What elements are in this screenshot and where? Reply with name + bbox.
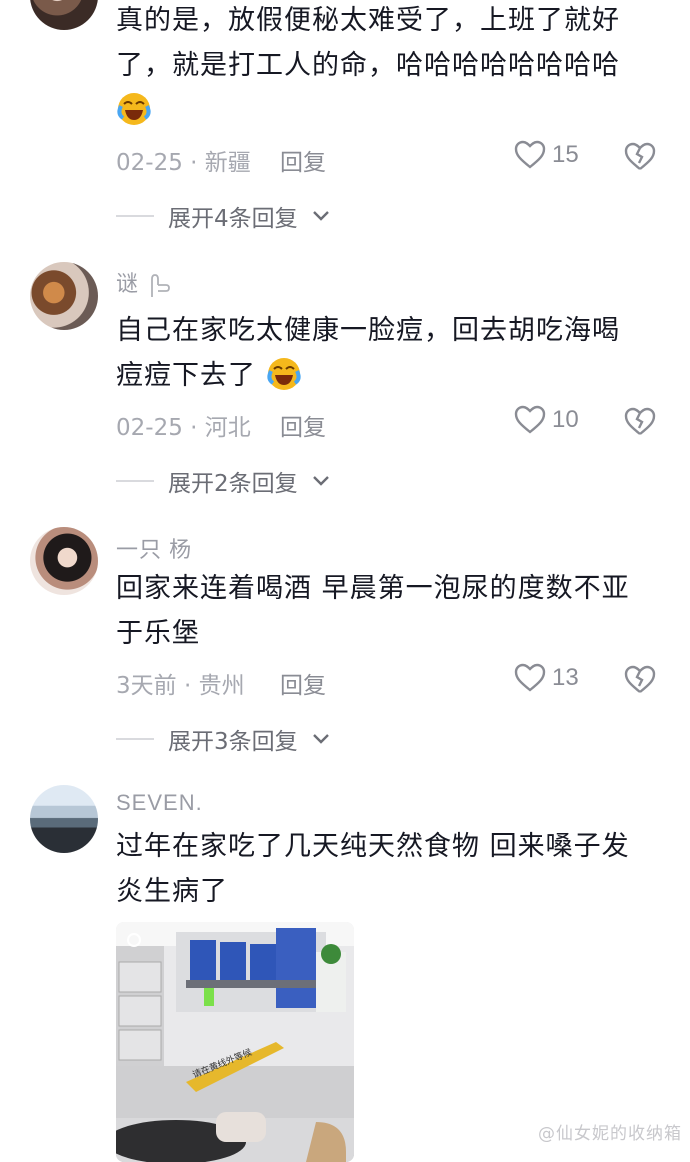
like-button[interactable]: 10 (514, 405, 579, 435)
reply-button[interactable]: 回复 (280, 143, 326, 177)
reply-button[interactable]: 回复 (280, 666, 326, 700)
heart-icon (514, 140, 546, 169)
comment-text: 回家来连着喝酒 早晨第一泡尿的度数不亚 于乐堡 (116, 573, 630, 649)
chevron-down-icon (312, 211, 329, 221)
comment-meta: 02-25 · 新疆 (116, 150, 251, 176)
expand-replies[interactable]: 展开3条回复 (116, 722, 330, 756)
divider-line (116, 480, 154, 482)
like-count: 13 (552, 664, 579, 691)
broken-heart-icon[interactable] (624, 665, 656, 695)
comment-text: 过年在家吃了几天纯天然食物 回来嗓子发 炎生病了 (116, 831, 630, 907)
watermark: @仙女妮的收纳箱 (538, 1124, 682, 1144)
avatar[interactable] (30, 262, 98, 330)
comment-photo[interactable]: 请在黄线外等候 (116, 922, 354, 1162)
divider-line (116, 738, 154, 740)
avatar[interactable] (30, 0, 98, 30)
heart-icon (514, 663, 546, 692)
comment-text: 自己在家吃太健康一脸痘，回去胡吃海喝 痘痘下去了 (116, 315, 620, 391)
broken-heart-icon[interactable] (624, 142, 656, 172)
like-count: 10 (552, 406, 579, 433)
chevron-down-icon (312, 476, 329, 486)
broken-heart-icon[interactable] (624, 407, 656, 437)
like-count: 15 (552, 141, 579, 168)
comment-text: 真的是，放假便秘太难受了，上班了就好 了，就是打工人的命，哈哈哈哈哈哈哈哈 (116, 0, 656, 133)
reply-button[interactable]: 回复 (280, 408, 326, 442)
hospital-waiting-room-image: 请在黄线外等候 (116, 922, 354, 1162)
avatar[interactable] (30, 527, 98, 595)
hand-icon (151, 274, 171, 298)
laugh-cry-emoji-icon (267, 357, 301, 390)
comment-meta: 3天前 · 贵州 (116, 673, 245, 699)
laugh-cry-emoji-icon (117, 92, 151, 125)
avatar[interactable] (30, 785, 98, 853)
username[interactable]: SEVEN. (116, 790, 203, 816)
comment-meta: 02-25 · 河北 (116, 415, 251, 441)
like-button[interactable]: 15 (514, 140, 579, 170)
like-button[interactable]: 13 (514, 663, 579, 693)
heart-icon (514, 405, 546, 434)
chevron-down-icon (312, 734, 329, 744)
username[interactable]: 一只 杨 (116, 532, 192, 564)
expand-replies[interactable]: 展开2条回复 (116, 464, 330, 498)
username[interactable]: 谜 (116, 266, 172, 299)
divider-line (116, 215, 154, 217)
expand-replies[interactable]: 展开4条回复 (116, 199, 330, 233)
